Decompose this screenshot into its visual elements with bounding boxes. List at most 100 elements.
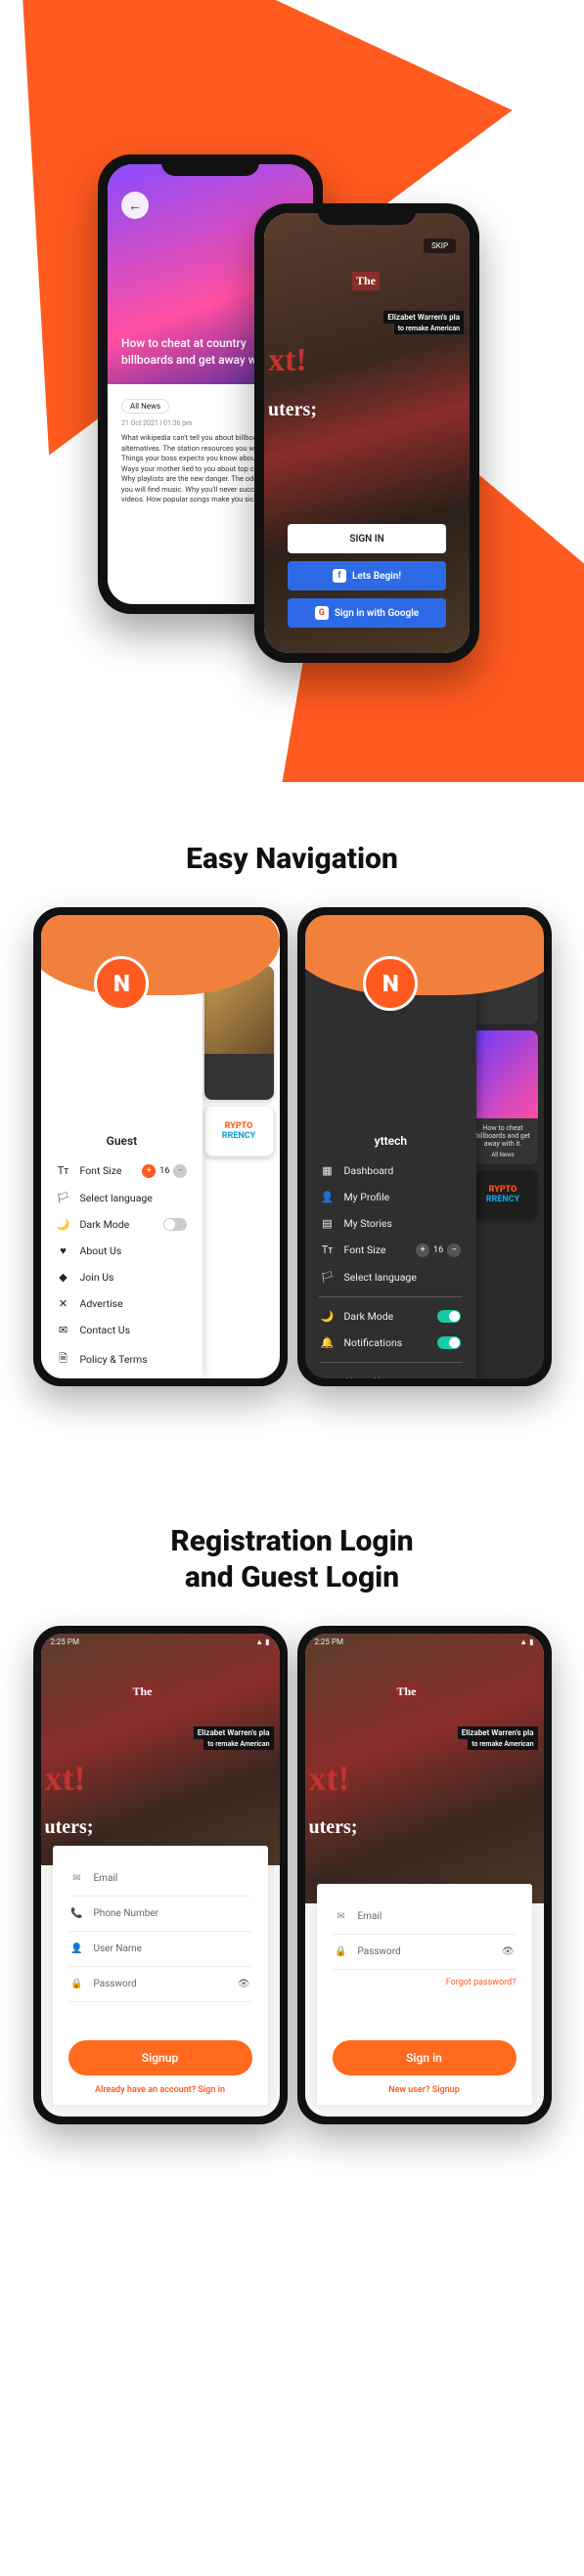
field-label: Phone Number [94, 1908, 159, 1919]
menu-language[interactable]: 🏳Select language [319, 1264, 464, 1290]
sub-action: Signup [432, 2085, 460, 2095]
menu-label: Dark Mode [80, 1218, 130, 1231]
menu-label: Font Size [80, 1164, 122, 1177]
card-chip: All News [210, 1087, 268, 1094]
status-icons: ▲ ▮ [519, 1637, 533, 1646]
field-label: Password [94, 1979, 137, 1989]
username-field[interactable]: 👤User Name [68, 1932, 252, 1967]
menu-font-size[interactable]: TᴛFont Size+16− [319, 1237, 464, 1264]
forgot-password-link[interactable]: Forgot password? [333, 1978, 517, 1987]
skip-button[interactable]: SKIP [424, 239, 456, 253]
menu-label: Select language [344, 1271, 417, 1284]
phone-onboarding: The Elizabet Warren's pla to remake Amer… [254, 203, 479, 663]
menu-stories[interactable]: ▤My Stories [319, 1210, 464, 1237]
back-button[interactable]: ← [121, 192, 149, 219]
menu-dark-mode[interactable]: 🌙Dark Mode [55, 1211, 190, 1238]
signin-button[interactable]: Sign in [333, 2040, 517, 2075]
phone-field[interactable]: 📞Phone Number [68, 1897, 252, 1932]
card-title: The 15 biggest science fair blunders [210, 1060, 268, 1083]
magazine-label: The [129, 1682, 157, 1701]
eye-icon[interactable]: 👁 [502, 1946, 515, 1957]
password-field[interactable]: 🔒Password👁 [333, 1935, 517, 1970]
menu-label: Advertise [80, 1297, 123, 1310]
menu-label: About Us [80, 1244, 122, 1257]
sub-action: Sign in [198, 2085, 225, 2095]
phone-signin: 2:25 PM ▲ ▮ The Elizabet Warren's pla to… [297, 1626, 552, 2124]
menu-join[interactable]: ◆Join Us [55, 1264, 190, 1290]
sub-text: New user? [388, 2085, 432, 2095]
menu-language[interactable]: 🏳Select language [55, 1185, 190, 1211]
status-time: 2:25 PM [51, 1637, 79, 1646]
signup-link[interactable]: New user? Signup [333, 2085, 517, 2095]
font-value: 16 [159, 1166, 169, 1176]
menu-policy[interactable]: 🗎Policy & Terms [55, 1343, 190, 1375]
hero-subtitle: Complete mobile app for both Android & i… [0, 74, 584, 125]
menu-label: My Stories [344, 1217, 392, 1230]
magazine-label: to remake American [468, 1738, 537, 1750]
magazine-label: uters; [41, 1814, 98, 1841]
dark-toggle[interactable] [163, 1218, 187, 1231]
menu-advertise[interactable]: ✕Advertise [55, 1290, 190, 1317]
menu-about[interactable]: ♥About Us [55, 1238, 190, 1264]
field-label: User Name [94, 1943, 142, 1954]
menu-label: Notifications [344, 1336, 403, 1349]
facebook-label: Lets Begin! [352, 571, 401, 582]
menu-label: My Profile [344, 1191, 390, 1203]
menu-dashboard[interactable]: ▦Dashboard [319, 1157, 464, 1184]
status-icons: ▲ ▮ [255, 1637, 269, 1646]
menu-contact[interactable]: ✉Contact Us [55, 1317, 190, 1343]
magazine-label: uters; [264, 397, 321, 423]
magazine-label: to remake American [394, 323, 464, 334]
email-field[interactable]: ✉Email [68, 1861, 252, 1897]
font-value: 16 [433, 1245, 443, 1255]
magazine-label: uters; [305, 1814, 362, 1841]
notif-toggle[interactable] [437, 1336, 461, 1349]
magazine-label: xt! [305, 1756, 354, 1801]
dark-toggle[interactable] [437, 1310, 461, 1323]
magazine-label: to remake American [203, 1738, 273, 1750]
signin-link[interactable]: Already have an account? Sign in [68, 2085, 252, 2095]
magazine-label: The [393, 1682, 421, 1701]
menu-dark-mode[interactable]: 🌙Dark Mode [319, 1303, 464, 1330]
menu-label: Policy & Terms [80, 1353, 148, 1366]
menu-login[interactable]: ⎆Login [55, 1375, 190, 1378]
field-label: Email [358, 1911, 382, 1922]
sub-text: Already have an account? [95, 2085, 198, 2095]
magazine-label: xt! [264, 340, 311, 381]
category-chip[interactable]: All News [121, 399, 169, 414]
menu-label: Contact Us [80, 1324, 131, 1336]
card-title: How to cheat billboards and get away wit… [474, 1124, 532, 1148]
password-field[interactable]: 🔒Password👁 [68, 1967, 252, 2002]
magazine-label: The [352, 272, 380, 290]
hero-title: Incite [0, 29, 584, 70]
menu-about[interactable]: ♥About Us [319, 1369, 464, 1378]
section-heading: Easy Navigation [20, 841, 564, 878]
phone-nav-light: 2:25 PM ▲ ▮ My Feed The 15 biggest scien… [33, 907, 288, 1386]
field-label: Password [358, 1946, 401, 1957]
menu-label: Dashboard [344, 1164, 394, 1177]
menu-label: Font Size [344, 1244, 386, 1256]
crypto-logo: RYPTORRENCY [222, 1121, 256, 1141]
google-icon: G [315, 606, 329, 620]
signup-button[interactable]: Signup [68, 2040, 252, 2075]
phone-signup: 2:25 PM ▲ ▮ The Elizabet Warren's pla to… [33, 1626, 288, 2124]
google-button[interactable]: G Sign in with Google [288, 598, 446, 628]
facebook-icon: f [333, 569, 346, 583]
drawer-username: Guest [55, 1134, 190, 1148]
email-field[interactable]: ✉Email [333, 1899, 517, 1935]
menu-label: Dark Mode [344, 1310, 394, 1323]
menu-font-size[interactable]: TᴛFont Size+16− [55, 1157, 190, 1185]
drawer-username: yttech [319, 1134, 464, 1148]
menu-label: Select language [80, 1192, 153, 1204]
magazine-label: xt! [41, 1756, 90, 1801]
crypto-logo: RYPTORRENCY [486, 1185, 520, 1204]
menu-label: About Us [344, 1375, 386, 1378]
section-heading: Registration Login and Guest Login [20, 1523, 564, 1596]
menu-profile[interactable]: 👤My Profile [319, 1184, 464, 1210]
facebook-button[interactable]: f Lets Begin! [288, 561, 446, 590]
menu-notifications[interactable]: 🔔Notifications [319, 1330, 464, 1356]
app-logo: N [363, 956, 418, 1011]
signin-button[interactable]: SIGN IN [288, 524, 446, 553]
eye-icon[interactable]: 👁 [238, 1979, 250, 1989]
card-chip: All News [474, 1152, 532, 1158]
